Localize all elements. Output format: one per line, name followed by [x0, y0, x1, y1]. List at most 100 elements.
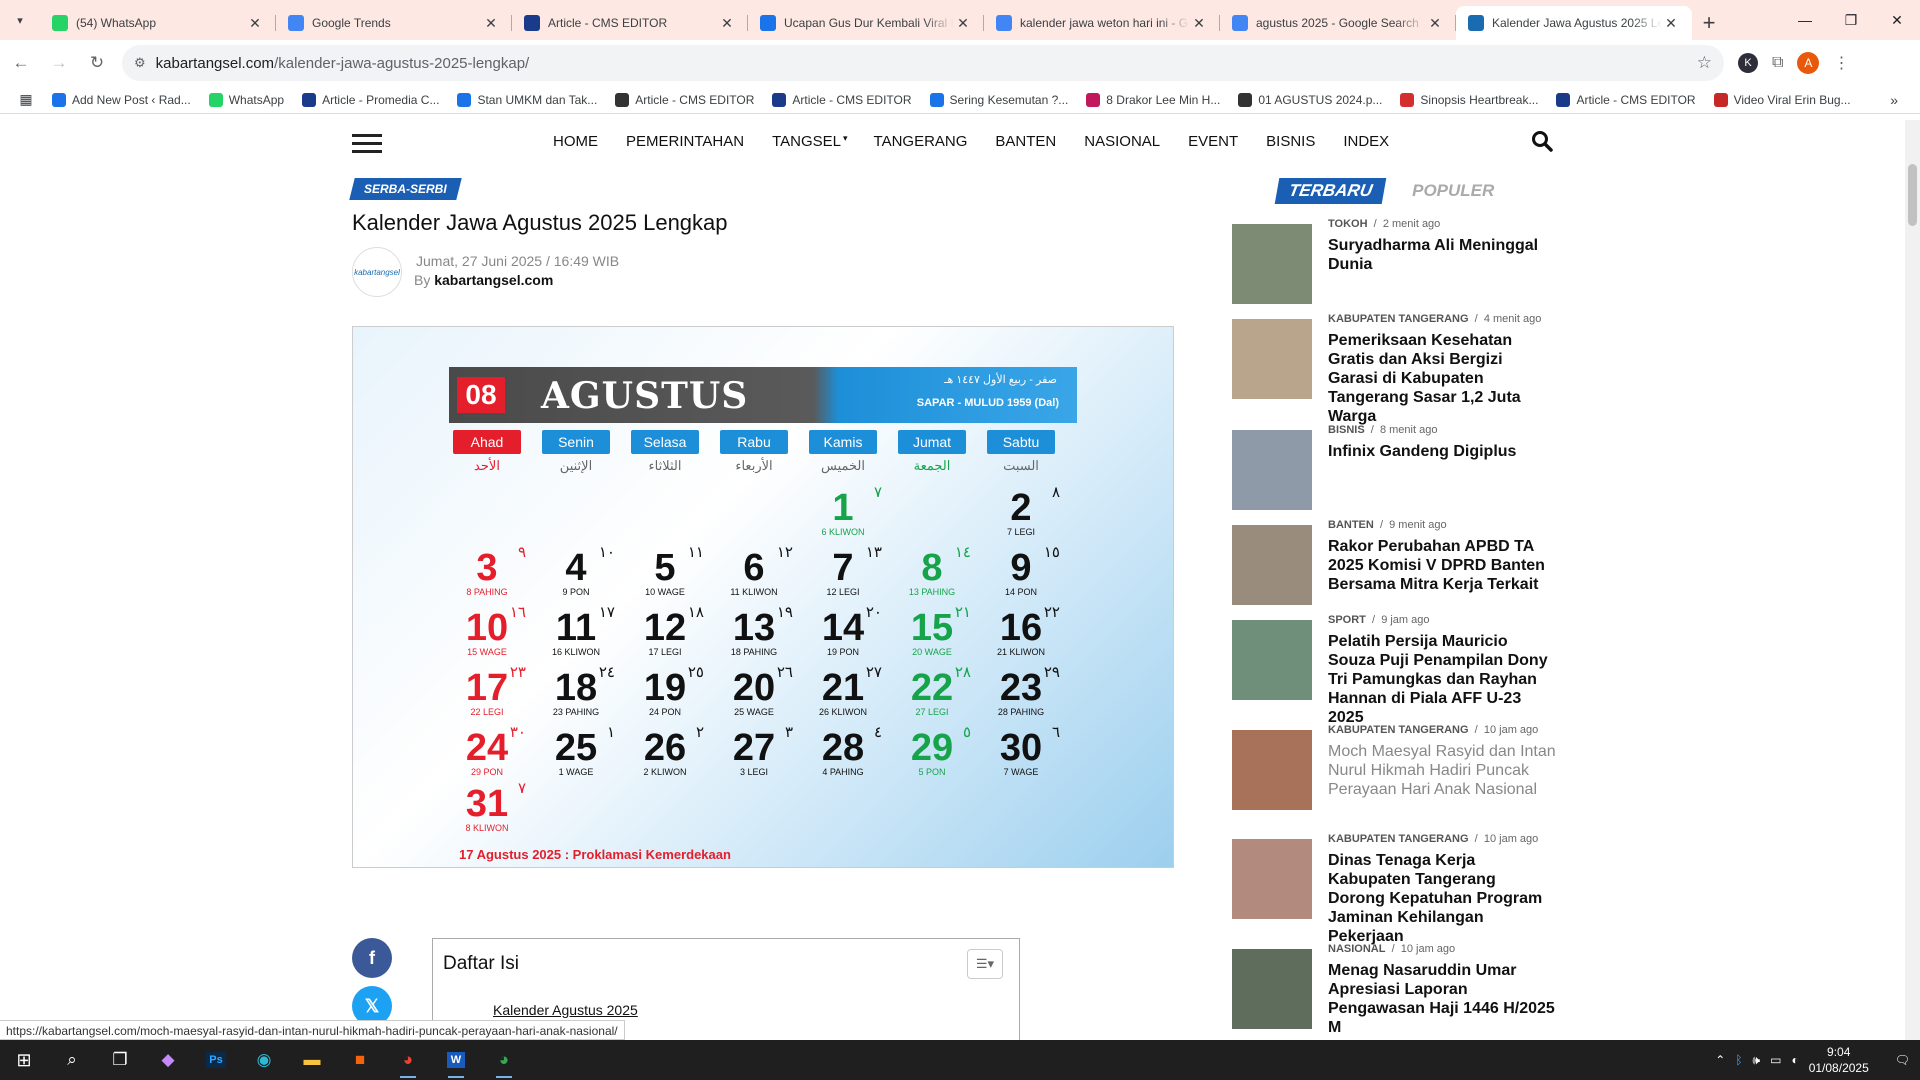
notification-icon[interactable]: 🗨 [1895, 1053, 1910, 1067]
bookmark-star-icon[interactable]: ☆ [1697, 53, 1712, 73]
browser-tab[interactable]: agustus 2025 - Google Search ✕ [1220, 6, 1456, 40]
nav-item-pemerintahan[interactable]: PEMERINTAHAN [626, 133, 744, 150]
word-icon[interactable]: W [432, 1040, 480, 1080]
close-tab-icon[interactable]: ✕ [482, 15, 500, 32]
nav-item-tangerang[interactable]: TANGERANG [874, 133, 968, 150]
extensions-icon[interactable]: ⧉ [1772, 54, 1783, 72]
post-thumbnail[interactable] [1232, 224, 1312, 304]
bookmark-item[interactable]: WhatsApp [208, 92, 284, 107]
post-title[interactable]: Suryadharma Ali Meninggal Dunia [1328, 236, 1556, 274]
nav-item-banten[interactable]: BANTEN [995, 133, 1056, 150]
bookmark-item[interactable]: Article - CMS EDITOR [772, 92, 912, 107]
scrollbar-thumb[interactable] [1908, 164, 1917, 226]
close-tab-icon[interactable]: ✕ [1426, 15, 1444, 32]
nav-item-bisnis[interactable]: BISNIS [1266, 133, 1315, 150]
close-tab-icon[interactable]: ✕ [1190, 15, 1208, 32]
post-title[interactable]: Pemeriksaan Kesehatan Gratis dan Aksi Be… [1328, 331, 1556, 426]
tab-popular[interactable]: POPULER [1400, 178, 1506, 204]
reload-icon[interactable]: ↻ [80, 46, 114, 80]
photoshop-icon[interactable]: Ps [192, 1040, 240, 1080]
search-taskbar-icon[interactable]: ⌕ [48, 1040, 96, 1080]
task-view-icon[interactable]: ❐ [96, 1040, 144, 1080]
forward-icon[interactable]: → [42, 46, 76, 80]
tab-latest[interactable]: TERBARU [1274, 178, 1387, 204]
office-app-icon[interactable]: ■ [336, 1040, 384, 1080]
post-thumbnail[interactable] [1232, 620, 1312, 700]
nav-item-home[interactable]: HOME [553, 133, 598, 150]
post-title[interactable]: Menag Nasaruddin Umar Apresiasi Laporan … [1328, 961, 1556, 1037]
site-info-icon[interactable]: ⚙ [134, 55, 146, 71]
bookmark-item[interactable]: Add New Post ‹ Rad... [52, 92, 191, 107]
browser-tab[interactable]: Article - CMS EDITOR ✕ [512, 6, 748, 40]
post-title[interactable]: Pelatih Persija Mauricio Souza Puji Pena… [1328, 632, 1556, 727]
bookmark-item[interactable]: Video Viral Erin Bug... [1713, 92, 1851, 107]
post-thumbnail[interactable] [1232, 430, 1312, 510]
apps-grid-icon[interactable]: ▦ [0, 91, 52, 108]
extension-avatar-k[interactable]: K [1738, 53, 1758, 73]
close-tab-icon[interactable]: ✕ [954, 15, 972, 32]
search-icon[interactable] [1531, 130, 1553, 152]
browser-tab[interactable]: Ucapan Gus Dur Kembali Viral I ✕ [748, 6, 984, 40]
post-thumbnail[interactable] [1232, 839, 1312, 919]
hamburger-menu-icon[interactable] [352, 134, 382, 154]
category-badge[interactable]: SERBA-SERBI [349, 178, 462, 200]
author-link[interactable]: kabartangsel.com [434, 272, 553, 288]
profile-avatar[interactable]: A [1797, 52, 1820, 74]
post-title[interactable]: Dinas Tenaga Kerja Kabupaten Tangerang D… [1328, 851, 1556, 946]
volume-icon[interactable]: 🕪 [1753, 1053, 1761, 1068]
close-tab-icon[interactable]: ✕ [1662, 15, 1680, 32]
tab-search-icon[interactable]: ▾ [0, 0, 40, 40]
bookmark-item[interactable]: Sinopsis Heartbreak... [1400, 92, 1538, 107]
toc-toggle-icon[interactable]: ☰▾ [967, 949, 1003, 979]
new-tab-button[interactable]: + [1692, 6, 1726, 40]
author-avatar[interactable]: kabartangsel [352, 247, 402, 297]
copilot-icon[interactable]: ◆ [144, 1040, 192, 1080]
toc-link[interactable]: Kalender Agustus 2025 [493, 1002, 638, 1018]
bookmark-item[interactable]: 8 Drakor Lee Min H... [1086, 92, 1220, 107]
bookmark-item[interactable]: 01 AGUSTUS 2024.p... [1238, 92, 1382, 107]
nav-item-nasional[interactable]: NASIONAL [1084, 133, 1160, 150]
bookmark-item[interactable]: Article - CMS EDITOR [615, 92, 754, 107]
browser-tab[interactable]: Google Trends ✕ [276, 6, 512, 40]
page-scrollbar[interactable] [1905, 120, 1920, 1040]
bookmark-item[interactable]: Article - Promedia C... [302, 92, 439, 107]
post-title[interactable]: Infinix Gandeng Digiplus [1328, 442, 1556, 461]
meet-icon[interactable]: ◐ [1791, 1053, 1798, 1067]
minimize-icon[interactable]: — [1782, 0, 1828, 40]
chrome-icon[interactable]: ◕ [384, 1040, 432, 1080]
post-thumbnail[interactable] [1232, 319, 1312, 399]
browser-tab[interactable]: Kalender Jawa Agustus 2025 Le ✕ [1456, 6, 1692, 40]
network-icon[interactable]: ▭ [1770, 1053, 1781, 1067]
restore-icon[interactable]: ❐ [1828, 0, 1874, 40]
file-explorer-icon[interactable]: ▬ [288, 1040, 336, 1080]
chrome-menu-icon[interactable]: ⋮ [1833, 53, 1849, 73]
close-window-icon[interactable]: ✕ [1874, 0, 1920, 40]
bookmark-item[interactable]: Sering Kesemutan ?... [929, 92, 1068, 107]
close-tab-icon[interactable]: ✕ [718, 15, 736, 32]
bookmark-favicon-icon [929, 92, 944, 107]
browser-tab[interactable]: (54) WhatsApp ✕ [40, 6, 276, 40]
dropdown-caret-icon[interactable]: ▾ [843, 133, 848, 150]
taskbar-clock[interactable]: 9:04 01/08/2025 [1809, 1044, 1869, 1076]
bookmark-item[interactable]: Article - CMS EDITOR [1556, 92, 1696, 107]
more-bookmarks-icon[interactable]: » [1890, 92, 1898, 108]
bookmark-item[interactable]: Stan UMKM dan Tak... [457, 92, 597, 107]
facebook-share-button[interactable]: f [352, 938, 392, 978]
post-thumbnail[interactable] [1232, 525, 1312, 605]
close-tab-icon[interactable]: ✕ [246, 15, 264, 32]
back-icon[interactable]: ← [4, 46, 38, 80]
address-bar[interactable]: ⚙ kabartangsel.com/kalender-jawa-agustus… [122, 45, 1724, 81]
post-title[interactable]: Moch Maesyal Rasyid dan Intan Nurul Hikm… [1328, 742, 1556, 799]
nav-item-tangsel[interactable]: TANGSEL [772, 133, 841, 150]
post-thumbnail[interactable] [1232, 949, 1312, 1029]
tray-chevron-icon[interactable]: ⌃ [1715, 1053, 1725, 1067]
post-title[interactable]: Rakor Perubahan APBD TA 2025 Komisi V DP… [1328, 537, 1556, 594]
chrome-profile-icon[interactable]: ◕ [480, 1040, 528, 1080]
nav-item-index[interactable]: INDEX [1343, 133, 1389, 150]
edge-icon[interactable]: ◉ [240, 1040, 288, 1080]
bluetooth-icon[interactable]: ᛒ [1735, 1053, 1742, 1067]
browser-tab[interactable]: kalender jawa weton hari ini - G ✕ [984, 6, 1220, 40]
post-thumbnail[interactable] [1232, 730, 1312, 810]
nav-item-event[interactable]: EVENT [1188, 133, 1238, 150]
windows-start-icon[interactable]: ⊞ [0, 1040, 48, 1080]
